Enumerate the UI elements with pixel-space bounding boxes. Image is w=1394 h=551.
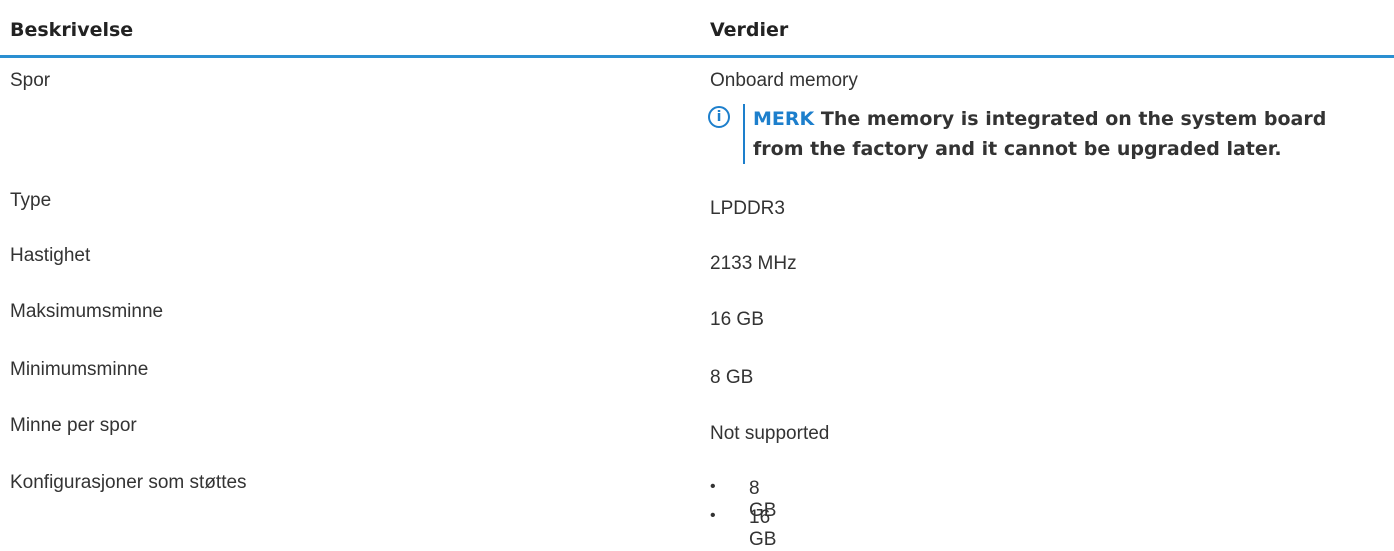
table-row: Konfigurasjoner som støttes • 8 GB • 16 … — [0, 472, 1394, 550]
column-header-values: Verdier — [710, 19, 789, 41]
note-text: MERK The memory is integrated on the sys… — [753, 104, 1373, 164]
row-value: 2133 MHz — [710, 253, 797, 274]
table-header: Beskrivelse Verdier — [0, 0, 1394, 58]
bullet-icon: • — [710, 507, 716, 524]
row-label: Minimumsminne — [10, 359, 149, 380]
note-body: The memory is integrated on the system b… — [753, 108, 1327, 160]
table-row: Maksimumsminne 16 GB — [0, 301, 1394, 341]
row-label: Type — [10, 190, 52, 211]
row-label: Spor — [10, 70, 51, 91]
info-icon: i — [708, 106, 730, 128]
memory-spec-table: Beskrivelse Verdier Spor Onboard memory … — [0, 0, 1394, 550]
list-item-value: 16 GB — [749, 507, 777, 550]
row-label: Hastighet — [10, 245, 91, 266]
row-value: Onboard memory — [710, 70, 858, 91]
note-label: MERK — [753, 108, 815, 130]
table-row: Spor Onboard memory i MERK The memory is… — [0, 70, 1394, 190]
row-label: Konfigurasjoner som støttes — [10, 472, 247, 493]
table-row: Type LPDDR3 — [0, 190, 1394, 230]
table-row: Hastighet 2133 MHz — [0, 245, 1394, 285]
column-header-description: Beskrivelse — [10, 19, 134, 41]
note-divider — [743, 104, 745, 164]
table-row: Minne per spor Not supported — [0, 415, 1394, 455]
row-value: 16 GB — [710, 309, 764, 330]
table-row: Minimumsminne 8 GB — [0, 359, 1394, 399]
row-value: LPDDR3 — [710, 198, 785, 219]
row-label: Maksimumsminne — [10, 301, 164, 322]
row-value: 8 GB — [710, 367, 754, 388]
row-label: Minne per spor — [10, 415, 137, 436]
row-value: Not supported — [710, 423, 830, 444]
bullet-icon: • — [710, 478, 716, 495]
